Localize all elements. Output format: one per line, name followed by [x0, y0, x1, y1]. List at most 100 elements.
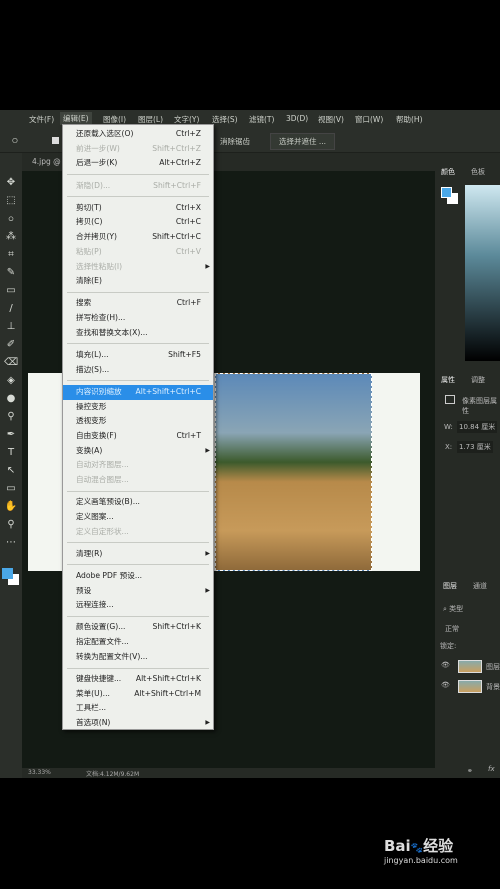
- paint-bucket-icon[interactable]: ◈: [4, 374, 18, 388]
- layer-row[interactable]: 👁 背景: [435, 677, 500, 695]
- eye-icon[interactable]: 👁: [441, 661, 450, 669]
- edit-menu-item[interactable]: 描边(S)...: [63, 363, 213, 378]
- menu-7[interactable]: 3D(D): [286, 114, 308, 123]
- marquee-tool-icon[interactable]: ⬚: [4, 194, 18, 208]
- edit-menu-item[interactable]: 拼写检查(H)...: [63, 311, 213, 326]
- menu-item-shortcut: Ctrl+T: [176, 430, 201, 440]
- tab-channels[interactable]: 通道: [473, 581, 487, 591]
- x-field[interactable]: 1.73 厘米: [457, 441, 493, 453]
- x-label: X:: [445, 443, 453, 451]
- edit-menu-item[interactable]: 后退一步(K) Alt+Ctrl+Z: [63, 156, 213, 171]
- magic-wand-icon[interactable]: ⁂: [4, 230, 18, 244]
- menu-item-shortcut: Ctrl+V: [175, 246, 201, 256]
- edit-menu-item[interactable]: 填充(L)... Shift+F5: [63, 348, 213, 363]
- select-and-mask-button[interactable]: 选择并遮住 ...: [270, 133, 336, 150]
- brush-tool-icon[interactable]: /: [4, 302, 18, 316]
- menu-5[interactable]: 选择(S): [212, 114, 238, 125]
- history-brush-icon[interactable]: ✐: [4, 338, 18, 352]
- menu-item-shortcut: Alt+Ctrl+Z: [159, 158, 201, 168]
- menu-9[interactable]: 窗口(W): [355, 114, 383, 125]
- edit-menu-item[interactable]: 清理(R) ▶: [63, 547, 213, 562]
- edit-menu-item[interactable]: 变换(A) ▶: [63, 444, 213, 459]
- edit-menu-item[interactable]: 远程连接...: [63, 598, 213, 613]
- edit-menu-item[interactable]: 拷贝(C) Ctrl+C: [63, 215, 213, 230]
- edit-menu-item[interactable]: 内容识别缩放 Alt+Shift+Ctrl+C: [63, 384, 213, 400]
- blur-tool-icon[interactable]: ●: [4, 392, 18, 406]
- type-tool-icon[interactable]: T: [4, 446, 18, 460]
- color-picker-field[interactable]: [465, 185, 500, 361]
- edit-menu-item: 自动混合图层...: [63, 473, 213, 488]
- path-select-icon[interactable]: ↖: [4, 464, 18, 478]
- edit-menu-item[interactable]: 自由变换(F) Ctrl+T: [63, 429, 213, 444]
- edit-menu-item[interactable]: 工具栏...: [63, 701, 213, 716]
- eye-icon[interactable]: 👁: [441, 681, 450, 689]
- menu-10[interactable]: 帮助(H): [396, 114, 423, 125]
- edit-menu-item[interactable]: 搜索 Ctrl+F: [63, 296, 213, 311]
- tab-swatches[interactable]: 色板: [471, 167, 485, 177]
- menu-separator: [67, 615, 209, 617]
- edit-menu-item[interactable]: 转换为配置文件(V)...: [63, 650, 213, 665]
- edit-menu-item[interactable]: 颜色设置(G)... Shift+Ctrl+K: [63, 620, 213, 635]
- stamp-tool-icon[interactable]: ⊥: [4, 320, 18, 334]
- edit-menu-item[interactable]: 查找和替换文本(X)...: [63, 326, 213, 341]
- lasso-tool-icon[interactable]: ဝ: [12, 133, 18, 149]
- layer-filter-select[interactable]: ⌕ 类型: [443, 604, 463, 614]
- eraser-icon[interactable]: ⌫: [4, 356, 18, 370]
- edit-menu-item[interactable]: 首选项(N) ▶: [63, 716, 213, 731]
- lasso-tool-icon[interactable]: ဝ: [4, 212, 18, 226]
- move-tool-icon[interactable]: ✥: [4, 176, 18, 190]
- more-tools-icon[interactable]: ⋯: [4, 536, 18, 550]
- edit-menu-item[interactable]: 清除(E): [63, 274, 213, 289]
- edit-menu-item: 自动对齐图层...: [63, 458, 213, 473]
- properties-title: 像素图层属性: [462, 397, 497, 415]
- watermark-logo: Bai🐾经验: [384, 837, 454, 855]
- edit-menu-item[interactable]: 定义画笔预设(B)...: [63, 495, 213, 510]
- menu-item-label: 描边(S)...: [76, 364, 110, 374]
- new-selection-icon[interactable]: [52, 137, 59, 144]
- tab-adjustments[interactable]: 调整: [471, 375, 485, 385]
- menu-item-label: 拷贝(C): [76, 217, 103, 227]
- healing-brush-icon[interactable]: ▭: [4, 284, 18, 298]
- tab-layers[interactable]: 图层: [443, 581, 457, 591]
- pen-tool-icon[interactable]: ✒: [4, 428, 18, 442]
- menu-item-label: 拼写检查(H)...: [76, 313, 126, 323]
- tab-color[interactable]: 颜色: [441, 167, 455, 177]
- submenu-arrow-icon: ▶: [205, 586, 210, 594]
- edit-menu-item[interactable]: 剪切(T) Ctrl+X: [63, 201, 213, 216]
- foreground-color-swatch[interactable]: [441, 187, 452, 198]
- beach-photo-selection[interactable]: [215, 373, 372, 571]
- zoom-tool-icon[interactable]: ⚲: [4, 518, 18, 532]
- crop-tool-icon[interactable]: ⌗: [4, 248, 18, 262]
- layer-row[interactable]: 👁 图层: [435, 657, 500, 675]
- edit-menu-item[interactable]: 指定配置文件...: [63, 635, 213, 650]
- edit-menu-item[interactable]: 透视变形: [63, 414, 213, 429]
- edit-menu-item[interactable]: 菜单(U)... Alt+Shift+Ctrl+M: [63, 687, 213, 702]
- link-layers-icon[interactable]: ⚭: [467, 767, 473, 775]
- tab-properties[interactable]: 属性: [441, 375, 455, 385]
- blend-mode-select[interactable]: 正常: [445, 624, 459, 634]
- edit-menu-item[interactable]: 还原载入选区(O) Ctrl+Z: [63, 127, 213, 142]
- menu-item-label: 定义图案...: [76, 511, 114, 521]
- rectangle-tool-icon[interactable]: ▭: [4, 482, 18, 496]
- menu-0[interactable]: 文件(F): [29, 114, 54, 125]
- menu-8[interactable]: 视图(V): [318, 114, 344, 125]
- edit-menu-item[interactable]: 定义图案...: [63, 510, 213, 525]
- edit-menu-item: 定义自定形状...: [63, 525, 213, 540]
- edit-menu-item[interactable]: Adobe PDF 预设...: [63, 569, 213, 584]
- fg-color-swatch[interactable]: [2, 568, 13, 579]
- edit-menu-item[interactable]: 预设 ▶: [63, 584, 213, 599]
- width-label: W:: [444, 423, 453, 431]
- menu-separator: [67, 667, 209, 669]
- menu-item-shortcut: Shift+Ctrl+K: [152, 622, 201, 632]
- fx-icon[interactable]: fx: [488, 765, 495, 773]
- menu-6[interactable]: 滤镜(T): [249, 114, 274, 125]
- submenu-arrow-icon: ▶: [205, 262, 210, 270]
- edit-menu-item[interactable]: 操控变形: [63, 400, 213, 415]
- dodge-tool-icon[interactable]: ⚲: [4, 410, 18, 424]
- eyedropper-icon[interactable]: ✎: [4, 266, 18, 280]
- menu-item-shortcut: Ctrl+C: [175, 217, 201, 227]
- edit-menu-item[interactable]: 合并拷贝(Y) Shift+Ctrl+C: [63, 230, 213, 245]
- width-field[interactable]: 10.84 厘米: [457, 421, 498, 433]
- hand-tool-icon[interactable]: ✋: [4, 500, 18, 514]
- edit-menu-item[interactable]: 键盘快捷键... Alt+Shift+Ctrl+K: [63, 672, 213, 687]
